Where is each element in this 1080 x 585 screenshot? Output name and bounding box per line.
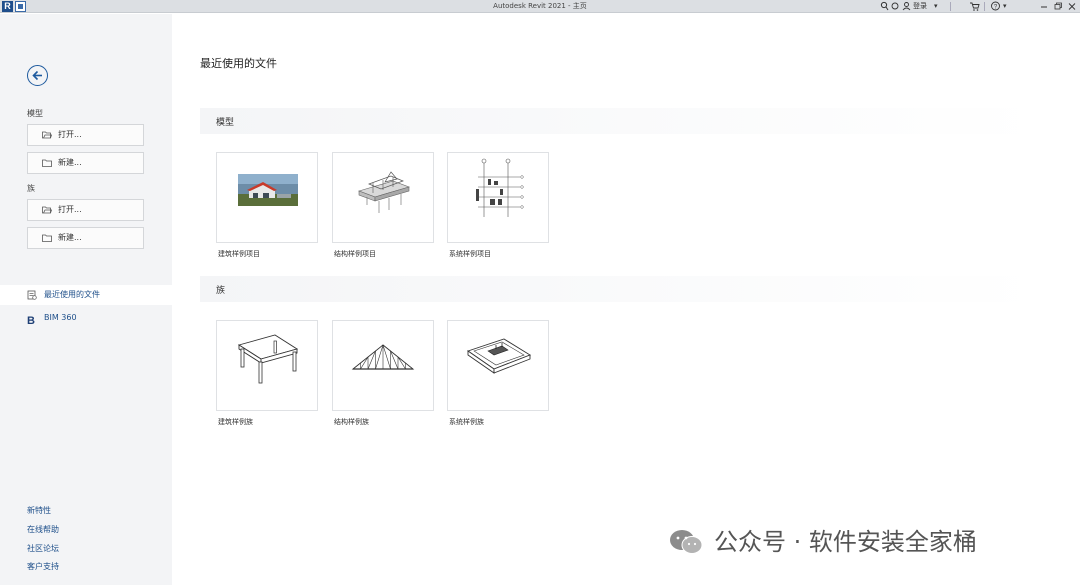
toolbar-divider xyxy=(950,2,951,11)
title-bar: R Autodesk Revit 2021 - 主页 登录 ▾ ? ▾ xyxy=(0,0,1080,13)
model-section-label: 模型 xyxy=(27,109,43,118)
systems-model-thumbnail xyxy=(476,158,524,217)
truss-family-thumbnail xyxy=(351,344,415,370)
models-section-label: 模型 xyxy=(216,118,235,128)
recent-family-tile[interactable] xyxy=(216,320,318,411)
recent-files-icon xyxy=(27,290,37,300)
link-online-help[interactable]: 在线帮助 xyxy=(27,524,59,535)
new-file-icon xyxy=(42,159,52,167)
sidebar: 模型 打开... 新建... 族 打开... 新建... 最近使用的文件 B B… xyxy=(0,14,172,585)
link-community-forum[interactable]: 社区论坛 xyxy=(27,543,59,554)
nav-recent-files[interactable]: 最近使用的文件 xyxy=(0,285,172,305)
search-icon[interactable] xyxy=(880,0,889,13)
family-new-label: 新建... xyxy=(58,233,82,242)
toolbar-divider xyxy=(984,2,985,11)
model-new-button[interactable]: 新建... xyxy=(27,152,144,174)
recent-model-tile[interactable] xyxy=(332,152,434,243)
recent-family-tile[interactable] xyxy=(447,320,549,411)
model-name-label[interactable]: 系统样例项目 xyxy=(449,249,491,259)
model-open-button[interactable]: 打开... xyxy=(27,124,144,146)
family-name-label[interactable]: 建筑样例族 xyxy=(218,417,253,427)
family-name-label[interactable]: 系统样例族 xyxy=(449,417,484,427)
bim360-icon: B xyxy=(27,315,35,327)
model-new-label: 新建... xyxy=(58,158,82,167)
back-arrow-icon xyxy=(32,70,42,81)
family-section-label: 族 xyxy=(27,184,35,193)
open-folder-icon xyxy=(42,131,52,139)
help-icon[interactable]: ? xyxy=(990,0,1001,13)
close-icon[interactable] xyxy=(1068,0,1076,13)
structural-model-thumbnail xyxy=(358,171,410,213)
wechat-icon xyxy=(670,530,703,554)
family-open-button[interactable]: 打开... xyxy=(27,199,144,221)
family-new-button[interactable]: 新建... xyxy=(27,227,144,249)
nav-bim360[interactable]: B BIM 360 xyxy=(0,308,172,328)
families-section-header: 族 xyxy=(200,276,1040,302)
user-icon[interactable] xyxy=(902,0,911,13)
open-folder-icon xyxy=(42,206,52,214)
recent-family-tile[interactable] xyxy=(332,320,434,411)
sign-in-link[interactable]: 登录 xyxy=(913,0,927,13)
systems-family-thumbnail xyxy=(467,338,532,374)
chevron-down-icon[interactable]: ▾ xyxy=(1003,0,1007,13)
link-customer-support[interactable]: 客户支持 xyxy=(27,561,59,572)
restore-icon[interactable] xyxy=(1054,0,1063,13)
recent-model-tile[interactable] xyxy=(216,152,318,243)
nav-bim360-label: BIM 360 xyxy=(44,313,77,322)
family-name-label[interactable]: 结构样例族 xyxy=(334,417,369,427)
watermark-text: 公众号 · 软件安装全家桶 xyxy=(714,528,977,556)
link-whats-new[interactable]: 新特性 xyxy=(27,505,51,516)
family-open-label: 打开... xyxy=(58,205,82,214)
nav-recent-files-label: 最近使用的文件 xyxy=(44,290,100,299)
page-title: 最近使用的文件 xyxy=(200,57,277,70)
minimize-icon[interactable] xyxy=(1040,0,1048,13)
chevron-down-icon[interactable]: ▾ xyxy=(934,0,938,13)
cart-icon[interactable] xyxy=(969,0,980,13)
info-center-icon[interactable] xyxy=(891,0,899,13)
main-content: 最近使用的文件 模型 建筑样例项目 结构样例项目 系统样例项目 族 建筑样例族 … xyxy=(172,14,1080,585)
model-name-label[interactable]: 建筑样例项目 xyxy=(218,249,260,259)
table-family-thumbnail xyxy=(237,334,299,384)
families-section-label: 族 xyxy=(216,286,226,296)
recent-model-tile[interactable] xyxy=(447,152,549,243)
back-button[interactable] xyxy=(27,65,48,86)
model-name-label[interactable]: 结构样例项目 xyxy=(334,249,376,259)
architectural-model-thumbnail xyxy=(238,174,298,206)
model-open-label: 打开... xyxy=(58,130,82,139)
new-file-icon xyxy=(42,234,52,242)
models-section-header: 模型 xyxy=(200,108,1040,134)
